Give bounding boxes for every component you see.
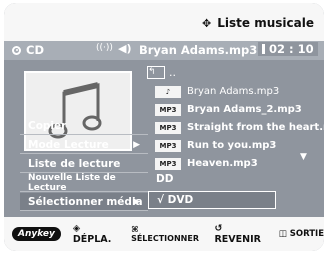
context-menu: Copier Mode Lecture ▶ Liste de lecture N… [20, 117, 148, 217]
page-title: ✥ Liste musicale [202, 16, 314, 30]
diamond-icon: ✥ [202, 16, 212, 30]
mp3-file-icon: MP3 [155, 157, 181, 170]
select-hint: ⌘ SÉLECTIONNER [131, 225, 199, 243]
menu-item-label: Copier [28, 119, 67, 132]
dvd-menu-screen: ✥ Liste musicale CD ((·)) ◀) Bryan Adams… [4, 3, 324, 251]
file-row[interactable]: MP3 Heaven.mp3 [155, 156, 258, 171]
status-bar: CD ((·)) ◀) Bryan Adams.mp3 02 : 10 [4, 41, 324, 60]
media-option-hdd[interactable]: DD [148, 170, 276, 188]
enter-icon: ⌘ [131, 225, 139, 234]
mp3-file-icon: MP3 [155, 139, 181, 152]
pause-bar-icon [262, 44, 265, 54]
media-submenu: DD √ DVD [148, 170, 276, 212]
menu-item-select-media[interactable]: Sélectionner média ▶ [20, 193, 148, 211]
header-bar: ✥ Liste musicale [4, 3, 324, 41]
mp3-file-icon: MP3 [155, 121, 181, 134]
mp3-file-icon: MP3 [155, 103, 181, 116]
speaker-icon: ◀) [118, 42, 132, 55]
media-option-label: √ DVD [157, 194, 194, 206]
menu-item-label: Nouvelle Liste de Lecture [28, 172, 116, 193]
source-indicator: CD [12, 43, 44, 57]
file-row[interactable]: MP3 Bryan Adams_2.mp3 [155, 102, 302, 117]
menu-item-copy[interactable]: Copier [20, 117, 148, 135]
file-name: Straight from the heart.mp3 [187, 122, 324, 133]
file-row[interactable]: MP3 Straight from the heart.mp3 [155, 120, 324, 135]
playback-time: 02 : 10 [258, 42, 318, 56]
anykey-button[interactable]: Anykey [12, 227, 61, 241]
scroll-down-icon[interactable]: ▼ [300, 152, 307, 162]
playback-time-text: 02 : 10 [269, 42, 314, 56]
menu-item-label: Mode Lecture [28, 138, 109, 151]
page-title-text: Liste musicale [217, 16, 314, 30]
menu-item-label: Sélectionner média [28, 195, 143, 208]
file-name: Bryan Adams.mp3 [187, 86, 280, 97]
menu-item-new-playlist[interactable]: Nouvelle Liste de Lecture [20, 172, 148, 193]
return-icon: ↺ [214, 223, 223, 234]
chevron-right-icon: ▶ [133, 196, 140, 207]
parent-folder-icon[interactable]: ↰ [147, 66, 165, 79]
parent-folder-label[interactable]: .. [169, 66, 176, 79]
file-name: Run to you.mp3 [187, 140, 277, 151]
menu-item-playlist[interactable]: Liste de lecture [20, 155, 148, 173]
exit-hint: ◫ SORTIE [278, 229, 324, 239]
file-name: Bryan Adams_2.mp3 [187, 104, 302, 115]
file-row[interactable]: ♪ Bryan Adams.mp3 [155, 84, 279, 99]
file-name: Heaven.mp3 [187, 158, 258, 169]
chevron-right-icon: ▶ [133, 139, 140, 150]
move-hint: ◈ DÉPLA. [72, 223, 112, 245]
exit-icon: ◫ [278, 229, 290, 239]
bottom-button-bar: Anykey ◈ DÉPLA. ⌘ SÉLECTIONNER ↺ REVENIR… [4, 217, 324, 251]
back-hint: ↺ REVENIR [214, 223, 261, 245]
file-row[interactable]: MP3 Run to you.mp3 [155, 138, 276, 153]
media-option-dvd[interactable]: √ DVD [148, 191, 276, 209]
disc-icon [12, 45, 21, 55]
radio-waves-icon: ((·)) [96, 43, 113, 53]
source-label: CD [26, 43, 44, 57]
menu-item-label: Liste de lecture [28, 157, 121, 170]
arrows-icon: ◈ [72, 223, 81, 234]
file-list: ↰ .. ♪ Bryan Adams.mp3 MP3 Bryan Adams_2… [145, 64, 324, 171]
current-file-name: Bryan Adams.mp3 [139, 43, 258, 57]
media-option-label: DD [156, 173, 174, 185]
menu-item-play-mode[interactable]: Mode Lecture ▶ [20, 136, 148, 154]
note-file-icon: ♪ [155, 85, 181, 98]
